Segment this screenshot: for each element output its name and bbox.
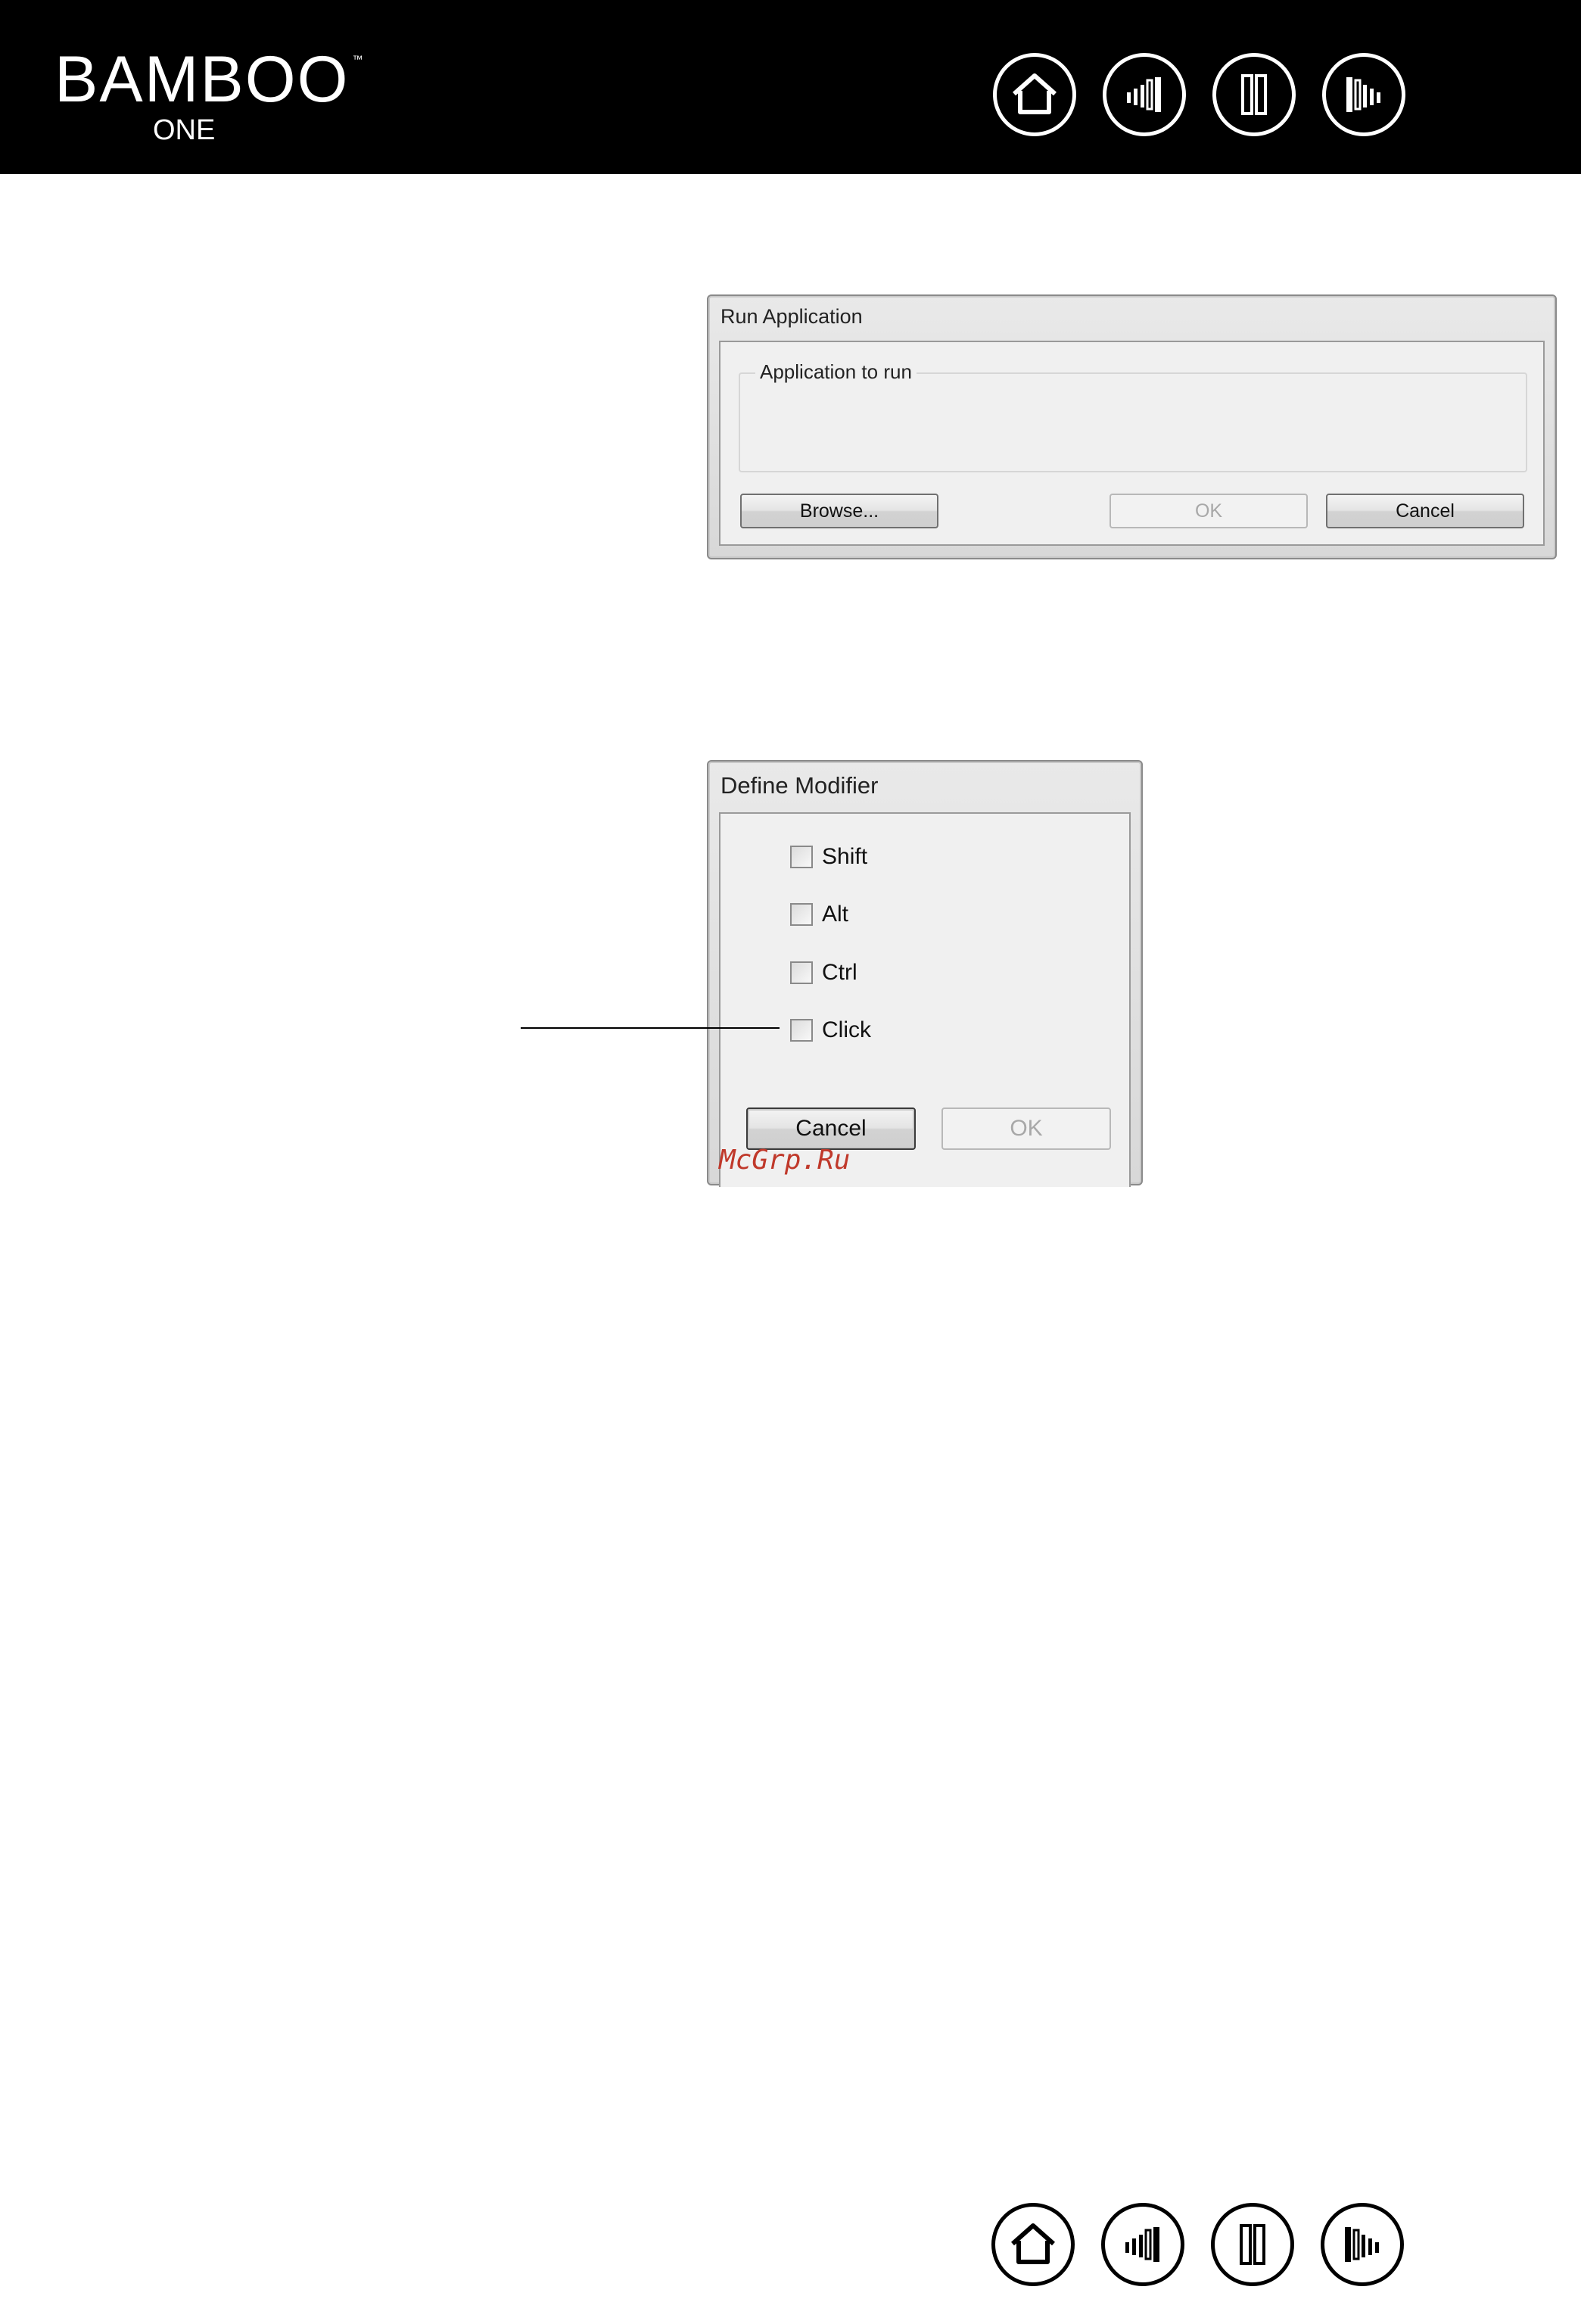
logo-subtitle: ONE	[153, 114, 216, 146]
logo-trademark: ™	[352, 53, 363, 65]
home-icon	[1013, 73, 1057, 114]
bottom-navigation	[991, 2203, 1404, 2286]
nav-next-button[interactable]	[1321, 2203, 1404, 2286]
home-icon	[1011, 2223, 1055, 2264]
cancel-button[interactable]: Cancel	[1326, 494, 1524, 528]
modifier-option-shift[interactable]: Shift	[790, 844, 867, 870]
watermark: McGrp.Ru	[719, 1145, 851, 1176]
nav-contents-button[interactable]	[1101, 2203, 1184, 2286]
ctrl-label: Ctrl	[822, 960, 857, 985]
run-application-dialog: Run Application Application to run Brows…	[707, 294, 1557, 559]
click-label: Click	[822, 1017, 871, 1042]
shift-label: Shift	[822, 844, 868, 869]
nav-index-button[interactable]	[1212, 53, 1296, 136]
modifier-ok-button[interactable]: OK	[941, 1107, 1111, 1150]
run-dialog-title: Run Application	[720, 305, 863, 328]
group-label: Application to run	[755, 360, 917, 384]
logo-brand: BAMBOO	[54, 43, 350, 116]
modifier-cancel-button[interactable]: Cancel	[746, 1107, 916, 1150]
modifier-option-alt[interactable]: Alt	[790, 902, 848, 927]
nav-index-button[interactable]	[1211, 2203, 1294, 2286]
application-to-run-group: Application to run	[739, 360, 1527, 472]
index-icon	[1241, 74, 1267, 115]
nav-home-button[interactable]	[993, 53, 1076, 136]
modifier-option-click[interactable]: Click	[790, 1017, 871, 1043]
define-modifier-dialog: Define Modifier Shift Alt Ctrl Click Can…	[707, 760, 1143, 1187]
contents-icon	[1127, 77, 1161, 112]
modifier-option-ctrl[interactable]: Ctrl	[790, 960, 857, 986]
browse-button[interactable]: Browse...	[740, 494, 938, 528]
ctrl-checkbox[interactable]	[790, 961, 813, 984]
nav-home-button[interactable]	[991, 2203, 1075, 2286]
alt-checkbox[interactable]	[790, 903, 813, 926]
page-header: BAMBOO ™ ONE	[0, 0, 1581, 174]
index-icon	[1240, 2224, 1265, 2265]
nav-contents-button[interactable]	[1103, 53, 1186, 136]
top-navigation	[993, 53, 1405, 136]
bamboo-logo: BAMBOO ™ ONE	[54, 43, 363, 145]
shift-checkbox[interactable]	[790, 846, 813, 868]
callout-line	[521, 1027, 780, 1029]
nav-next-button[interactable]	[1322, 53, 1405, 136]
alt-label: Alt	[822, 902, 849, 927]
next-icon	[1345, 2227, 1379, 2262]
modifier-dialog-body: Shift Alt Ctrl Click Cancel OK	[719, 812, 1131, 1187]
modifier-dialog-title: Define Modifier	[720, 772, 879, 799]
next-icon	[1346, 77, 1380, 112]
click-checkbox[interactable]	[790, 1019, 813, 1042]
ok-button[interactable]: OK	[1110, 494, 1308, 528]
contents-icon	[1125, 2227, 1159, 2262]
run-dialog-body: Application to run Browse... OK Cancel	[719, 341, 1545, 546]
